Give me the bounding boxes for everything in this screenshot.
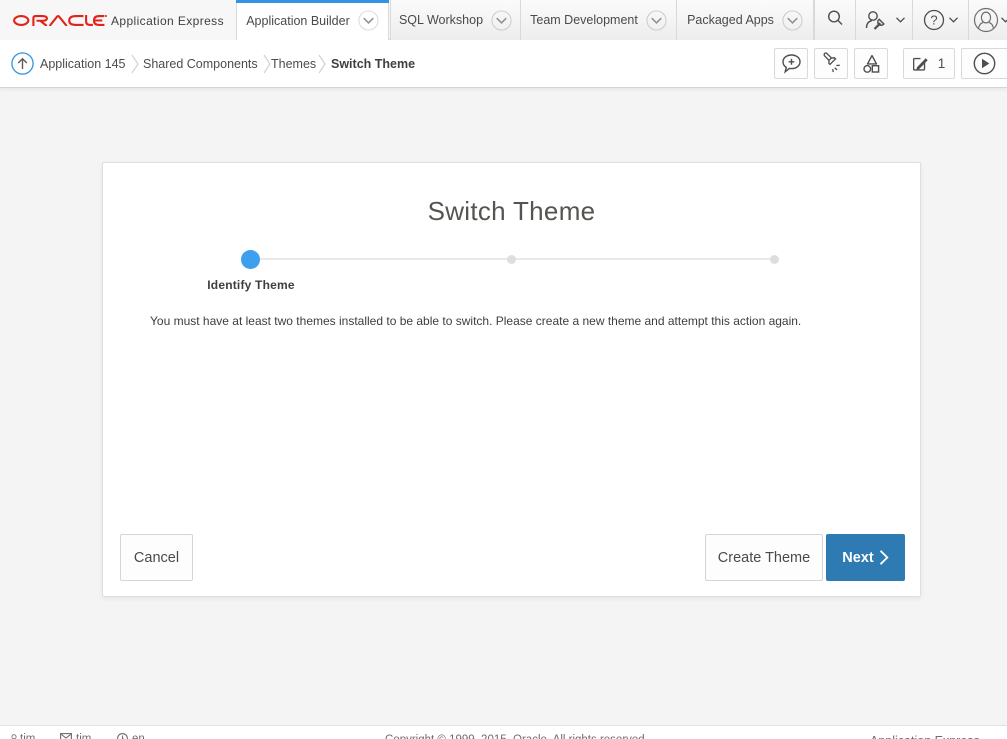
svg-text:?: ? <box>930 13 937 28</box>
